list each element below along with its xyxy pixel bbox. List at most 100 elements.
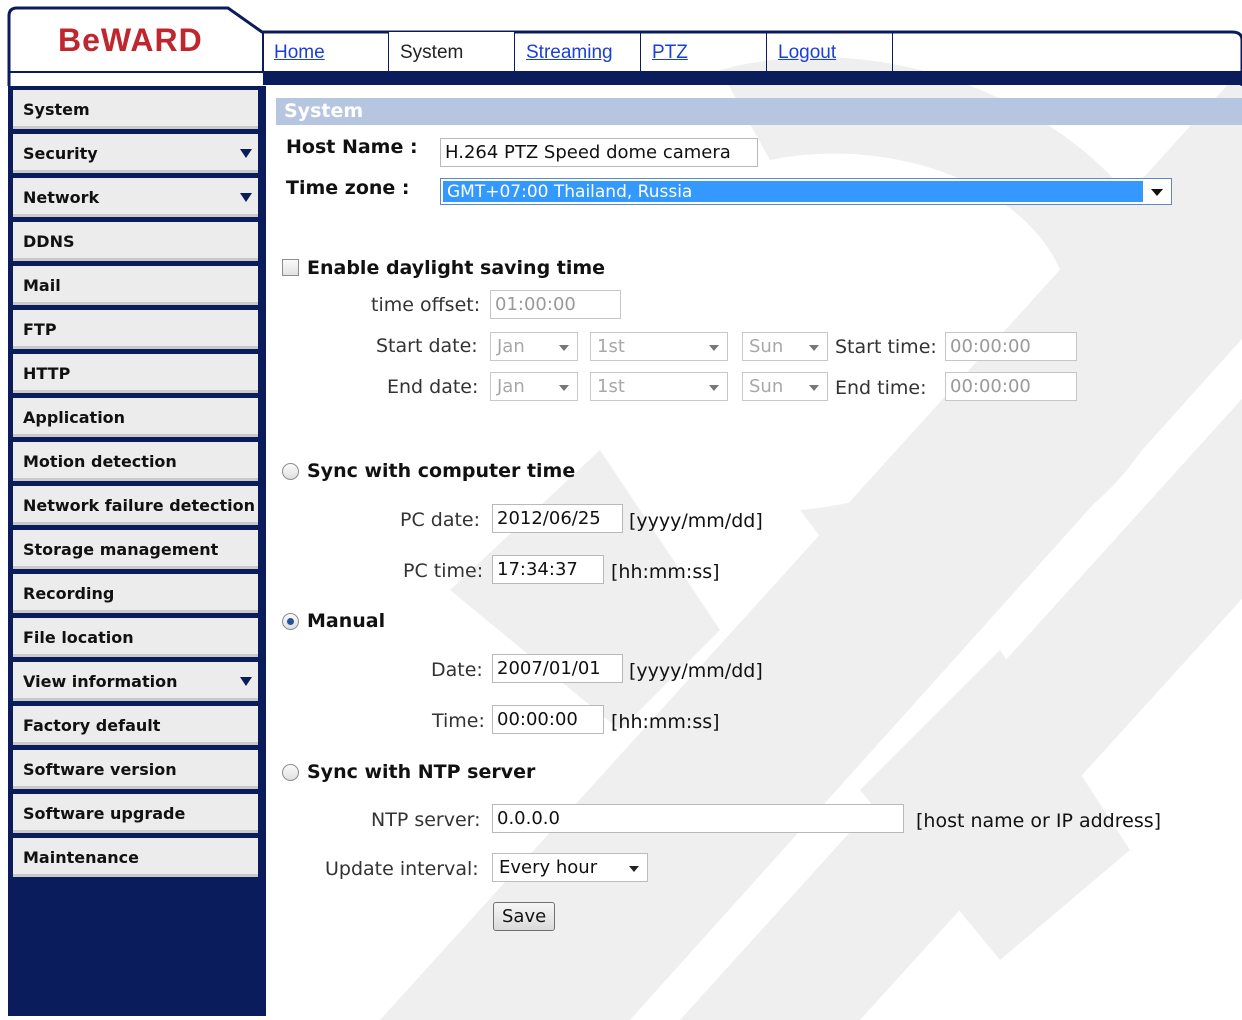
chevron-down-icon <box>240 677 252 686</box>
time-label: Time: <box>432 710 485 732</box>
date-input[interactable]: 2007/01/01 <box>492 654 623 683</box>
update-interval-select[interactable]: Every hour <box>492 853 648 882</box>
time-zone-select[interactable]: GMT+07:00 Thailand, Russia <box>440 178 1172 205</box>
sidebar-item-network-failure-detection[interactable]: Network failure detection <box>13 486 258 525</box>
end-time-label: End time: <box>835 377 927 399</box>
time-zone-label: Time zone : <box>286 177 410 199</box>
dropdown-arrow-icon <box>629 866 639 872</box>
sidebar-item-view-information[interactable]: View information <box>13 662 258 701</box>
time-zone-selected-value: GMT+07:00 Thailand, Russia <box>443 181 1143 202</box>
sync-pc-label: Sync with computer time <box>307 460 576 482</box>
time-input[interactable]: 00:00:00 <box>492 705 604 734</box>
sidebar-item-label: Maintenance <box>23 848 140 867</box>
ntp-radio[interactable] <box>282 764 299 781</box>
pc-time-format: [hh:mm:ss] <box>611 561 720 583</box>
end-day-select[interactable]: 1st <box>590 372 728 401</box>
sidebar-item-mail[interactable]: Mail <box>13 266 258 305</box>
start-day-value: 1st <box>597 336 625 357</box>
sidebar-item-software-upgrade[interactable]: Software upgrade <box>13 794 258 833</box>
start-day-select[interactable]: 1st <box>590 332 728 361</box>
sidebar-item-label: System <box>23 100 90 119</box>
sidebar-item-label: HTTP <box>23 364 71 383</box>
manual-radio[interactable] <box>282 613 299 630</box>
start-weekday-select[interactable]: Sun <box>742 332 828 361</box>
beward-logo[interactable]: BeWARD <box>58 22 203 59</box>
sidebar-item-label: Network failure detection <box>23 496 255 515</box>
sidebar-item-label: Security <box>23 144 98 163</box>
start-time-label: Start time: <box>835 336 937 358</box>
sidebar-item-factory-default[interactable]: Factory default <box>13 706 258 745</box>
start-weekday-value: Sun <box>749 336 784 357</box>
header-stripe <box>263 71 1242 85</box>
chevron-down-icon <box>240 193 252 202</box>
sidebar-item-label: Factory default <box>23 716 161 735</box>
sidebar-item-recording[interactable]: Recording <box>13 574 258 613</box>
sidebar-item-system[interactable]: System <box>13 90 258 129</box>
ntp-label: Sync with NTP server <box>307 761 536 783</box>
end-time-input[interactable]: 00:00:00 <box>945 372 1077 401</box>
sidebar-item-label: View information <box>23 672 178 691</box>
end-weekday-value: Sun <box>749 376 784 397</box>
chevron-down-icon <box>240 149 252 158</box>
pc-time-input[interactable]: 17:34:37 <box>492 555 604 584</box>
sidebar-item-label: FTP <box>23 320 57 339</box>
sidebar-item-file-location[interactable]: File location <box>13 618 258 657</box>
sidebar-item-application[interactable]: Application <box>13 398 258 437</box>
sidebar-item-maintenance[interactable]: Maintenance <box>13 838 258 877</box>
time-offset-input[interactable]: 01:00:00 <box>490 290 621 319</box>
pc-date-input[interactable]: 2012/06/25 <box>492 504 623 533</box>
manual-label: Manual <box>307 610 386 632</box>
update-interval-value: Every hour <box>499 857 598 878</box>
end-day-value: 1st <box>597 376 625 397</box>
tab-home[interactable]: Home <box>263 32 389 71</box>
sidebar-item-software-version[interactable]: Software version <box>13 750 258 789</box>
sidebar-item-label: Recording <box>23 584 115 603</box>
end-month-select[interactable]: Jan <box>490 372 578 401</box>
pc-date-label: PC date: <box>400 509 481 531</box>
sidebar-item-label: DDNS <box>23 232 75 251</box>
date-format: [yyyy/mm/dd] <box>629 660 763 682</box>
tab-streaming[interactable]: Streaming <box>515 32 641 71</box>
sidebar-item-label: Software upgrade <box>23 804 186 823</box>
sidebar-item-network[interactable]: Network <box>13 178 258 217</box>
start-date-label: Start date: <box>376 335 478 357</box>
dropdown-arrow-icon <box>809 345 819 351</box>
header: BeWARD Home System Streaming PTZ Logout <box>0 0 1242 86</box>
sidebar: System Security Network DDNS Mail FTP HT… <box>8 86 266 1016</box>
sidebar-item-motion-detection[interactable]: Motion detection <box>13 442 258 481</box>
save-button[interactable]: Save <box>493 902 556 931</box>
sidebar-item-ddns[interactable]: DDNS <box>13 222 258 261</box>
dropdown-arrow-icon <box>559 385 569 391</box>
sidebar-item-storage-management[interactable]: Storage management <box>13 530 258 569</box>
date-label: Date: <box>431 659 483 681</box>
end-date-label: End date: <box>387 376 479 398</box>
end-weekday-select[interactable]: Sun <box>742 372 828 401</box>
sidebar-item-ftp[interactable]: FTP <box>13 310 258 349</box>
top-tabs: Home System Streaming PTZ Logout <box>263 32 893 71</box>
tab-logout[interactable]: Logout <box>767 32 893 71</box>
tab-system[interactable]: System <box>389 32 515 71</box>
sidebar-item-label: File location <box>23 628 134 647</box>
start-time-input[interactable]: 00:00:00 <box>945 332 1077 361</box>
section-title: System <box>284 100 364 122</box>
time-offset-label: time offset: <box>371 294 481 316</box>
sidebar-item-label: Software version <box>23 760 177 779</box>
tab-ptz[interactable]: PTZ <box>641 32 767 71</box>
dst-checkbox[interactable] <box>282 259 299 276</box>
ntp-server-hint: [host name or IP address] <box>916 810 1162 832</box>
dst-label: Enable daylight saving time <box>307 257 606 279</box>
sidebar-item-label: Mail <box>23 276 61 295</box>
sidebar-item-label: Motion detection <box>23 452 177 471</box>
pc-date-format: [yyyy/mm/dd] <box>629 510 763 532</box>
host-name-input[interactable]: H.264 PTZ Speed dome camera <box>440 138 758 167</box>
dropdown-arrow-icon <box>1145 181 1169 202</box>
sidebar-item-security[interactable]: Security <box>13 134 258 173</box>
dropdown-arrow-icon <box>709 385 719 391</box>
start-month-select[interactable]: Jan <box>490 332 578 361</box>
start-month-value: Jan <box>497 336 525 357</box>
sidebar-item-http[interactable]: HTTP <box>13 354 258 393</box>
sync-pc-radio[interactable] <box>282 463 299 480</box>
end-month-value: Jan <box>497 376 525 397</box>
section-header: System <box>276 98 1242 125</box>
ntp-server-input[interactable]: 0.0.0.0 <box>492 804 904 833</box>
